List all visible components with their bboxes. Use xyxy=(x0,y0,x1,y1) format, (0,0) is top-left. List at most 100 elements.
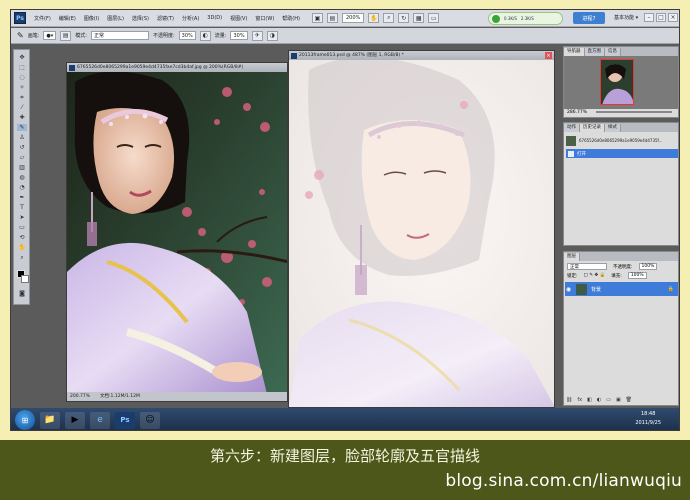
document-icon xyxy=(291,52,297,59)
menu-item[interactable]: 分析(A) xyxy=(178,15,203,22)
panel-tab[interactable]: 信息 xyxy=(605,48,621,56)
zoom-tool-icon[interactable]: ⌕ xyxy=(383,13,395,23)
brush-panel-toggle-icon[interactable]: ▤ xyxy=(60,30,72,41)
qq-taskbar-icon[interactable]: ☺ xyxy=(140,411,160,429)
layer-style-icon[interactable]: fx xyxy=(577,397,582,403)
panel-tab[interactable]: 样式 xyxy=(605,124,621,132)
dodge-tool-icon[interactable]: ◔ xyxy=(17,184,27,191)
3d-rotate-tool-icon[interactable]: ⟲ xyxy=(17,234,27,241)
path-select-tool-icon[interactable]: ➤ xyxy=(17,214,27,221)
flow-input[interactable]: 30% xyxy=(230,31,248,40)
menu-item[interactable]: 滤镜(T) xyxy=(153,15,178,22)
accelerate-button[interactable]: 进程7 xyxy=(573,12,605,24)
close-document-icon[interactable]: × xyxy=(545,52,552,59)
menu-item[interactable]: 窗口(W) xyxy=(251,15,278,22)
layers-panel: 图层 正常 不透明度: 100% 锁定: □ ✎ ✥ 🔒 填充: 100% ◉ … xyxy=(563,251,679,406)
link-layers-icon[interactable]: ⛓ xyxy=(566,397,572,403)
step-caption: 第六步：新建图层，脸部轮廓及五官描线 xyxy=(209,447,480,465)
document-tab-original[interactable]: 6765526d0e8065299a1e9059e4d4735fae7cd3b4… xyxy=(67,63,287,72)
menu-item[interactable]: 视图(V) xyxy=(226,15,251,22)
brush-preset-picker[interactable]: ●▾ xyxy=(43,31,57,40)
layers-lock-row: 锁定: □ ✎ ✥ 🔒 填充: 100% xyxy=(567,272,647,279)
navigator-panel-tabs: 导航器 直方图 信息 xyxy=(564,47,678,56)
lasso-tool-icon[interactable]: ◌ xyxy=(17,74,27,81)
explorer-taskbar-icon[interactable]: 📁 xyxy=(40,411,60,429)
new-layer-icon[interactable]: ▣ xyxy=(616,397,621,403)
eyedropper-tool-icon[interactable]: ⁄ xyxy=(17,104,27,111)
crop-tool-icon[interactable]: ⌗ xyxy=(17,94,27,101)
navigator-zoom-slider[interactable] xyxy=(596,111,672,113)
delete-layer-icon[interactable]: 🗑 xyxy=(626,397,632,403)
layer-blend-mode-select[interactable]: 正常 xyxy=(567,263,607,270)
layer-opacity-input[interactable]: 100% xyxy=(638,263,658,270)
brush-tool-icon[interactable]: ✎ xyxy=(17,31,24,40)
rotate-view-icon[interactable]: ↻ xyxy=(398,13,410,23)
start-button[interactable]: ⊞ xyxy=(15,410,35,430)
layer-fill-input[interactable]: 100% xyxy=(627,272,647,279)
pressure-size-icon[interactable]: ◑ xyxy=(266,30,278,41)
layer-row-background[interactable]: ◉ 背景 🔒 xyxy=(565,282,678,296)
maximize-icon[interactable]: □ xyxy=(656,13,666,22)
pen-tool-icon[interactable]: ✒ xyxy=(17,194,27,201)
portrait-photo-original xyxy=(67,72,287,394)
bridge-button[interactable]: ▣ xyxy=(311,13,323,23)
clock-time: 18:48 xyxy=(640,411,656,417)
type-tool-icon[interactable]: T xyxy=(17,204,27,211)
screen-mode-icon[interactable]: ▭ xyxy=(428,13,440,23)
lock-icons[interactable]: □ ✎ ✥ 🔒 xyxy=(584,273,606,278)
shape-tool-icon[interactable]: ▭ xyxy=(17,224,27,231)
eye-icon[interactable]: ◉ xyxy=(565,286,572,293)
tab-layers[interactable]: 图层 xyxy=(564,253,580,261)
panel-tab[interactable]: 历史记录 xyxy=(580,124,605,132)
history-brush-tool-icon[interactable]: ↺ xyxy=(17,144,27,151)
navigator-thumbnail[interactable] xyxy=(600,59,634,105)
healing-brush-tool-icon[interactable]: ✚ xyxy=(17,114,27,121)
gradient-tool-icon[interactable]: ▥ xyxy=(17,164,27,171)
adjustment-layer-icon[interactable]: ◐ xyxy=(597,397,601,403)
zoom-level-select[interactable]: 200% xyxy=(341,13,365,23)
menu-item[interactable]: 编辑(E) xyxy=(55,15,80,22)
background-color-swatch[interactable] xyxy=(21,275,29,283)
pressure-opacity-icon[interactable]: ◐ xyxy=(199,30,211,41)
menu-item[interactable]: 图像(I) xyxy=(80,15,103,22)
media-player-taskbar-icon[interactable]: ▶ xyxy=(65,411,85,429)
menu-item[interactable]: 选择(S) xyxy=(128,15,153,22)
arrange-documents-icon[interactable]: ▦ xyxy=(413,13,425,23)
ie-taskbar-icon[interactable]: e xyxy=(90,411,110,429)
menu-item[interactable]: 帮助(H) xyxy=(278,15,304,22)
blend-mode-select[interactable]: 正常 xyxy=(90,31,149,40)
options-bar: ✎ 画笔: ●▾ ▤ 模式: 正常 不透明度: 30% ◐ 流量: 30% ✈ … xyxy=(11,28,679,44)
layer-mask-icon[interactable]: ◧ xyxy=(587,397,592,403)
brush-tool-icon[interactable]: ✎ xyxy=(17,124,27,131)
blur-tool-icon[interactable]: ◍ xyxy=(17,174,27,181)
workspace-select[interactable]: 基本功能 ▾ xyxy=(614,14,638,21)
panel-tab[interactable]: 导航器 xyxy=(564,48,585,56)
quick-select-tool-icon[interactable]: ✧ xyxy=(17,84,27,91)
quick-mask-icon[interactable]: ◙ xyxy=(17,290,27,297)
airbrush-icon[interactable]: ✈ xyxy=(251,30,263,41)
mini-bridge-button[interactable]: ▤ xyxy=(326,13,338,23)
move-tool-icon[interactable]: ✥ xyxy=(17,54,27,61)
hand-tool-icon[interactable]: ✋ xyxy=(368,13,380,23)
menu-item[interactable]: 图层(L) xyxy=(103,15,128,22)
panel-tab[interactable]: 动作 xyxy=(564,124,580,132)
hand-tool-icon[interactable]: ✋ xyxy=(17,244,27,251)
new-group-icon[interactable]: ▭ xyxy=(606,397,611,403)
clone-stamp-tool-icon[interactable]: ♙ xyxy=(17,134,27,141)
tray-clock[interactable]: 18:48 2011/9/25 xyxy=(635,410,661,428)
history-snapshot-row[interactable]: 6765526d0e8065299a1e9059e4d4735f... xyxy=(566,134,678,147)
menu-item[interactable]: 文件(F) xyxy=(30,15,55,22)
panel-tab[interactable]: 直方图 xyxy=(584,48,605,56)
navigator-zoom-value[interactable]: 286.77% xyxy=(567,110,587,115)
marquee-tool-icon[interactable]: ⬚ xyxy=(17,64,27,71)
zoom-tool-icon[interactable]: ⌕ xyxy=(17,254,27,261)
menu-item[interactable]: 3D(D) xyxy=(203,15,226,22)
eraser-tool-icon[interactable]: ▱ xyxy=(17,154,27,161)
minimize-icon[interactable]: – xyxy=(644,13,654,22)
photoshop-taskbar-icon[interactable]: Ps xyxy=(115,411,135,429)
document-tab-sketch[interactable]: 20113frame013.psd @ 487% (图层 1, RGB/8) * xyxy=(289,51,554,60)
close-icon[interactable]: × xyxy=(668,13,678,22)
opacity-input[interactable]: 30% xyxy=(178,31,196,40)
history-step-open[interactable]: 打开 xyxy=(566,149,678,158)
document-zoom[interactable]: 200.77% xyxy=(70,392,90,401)
